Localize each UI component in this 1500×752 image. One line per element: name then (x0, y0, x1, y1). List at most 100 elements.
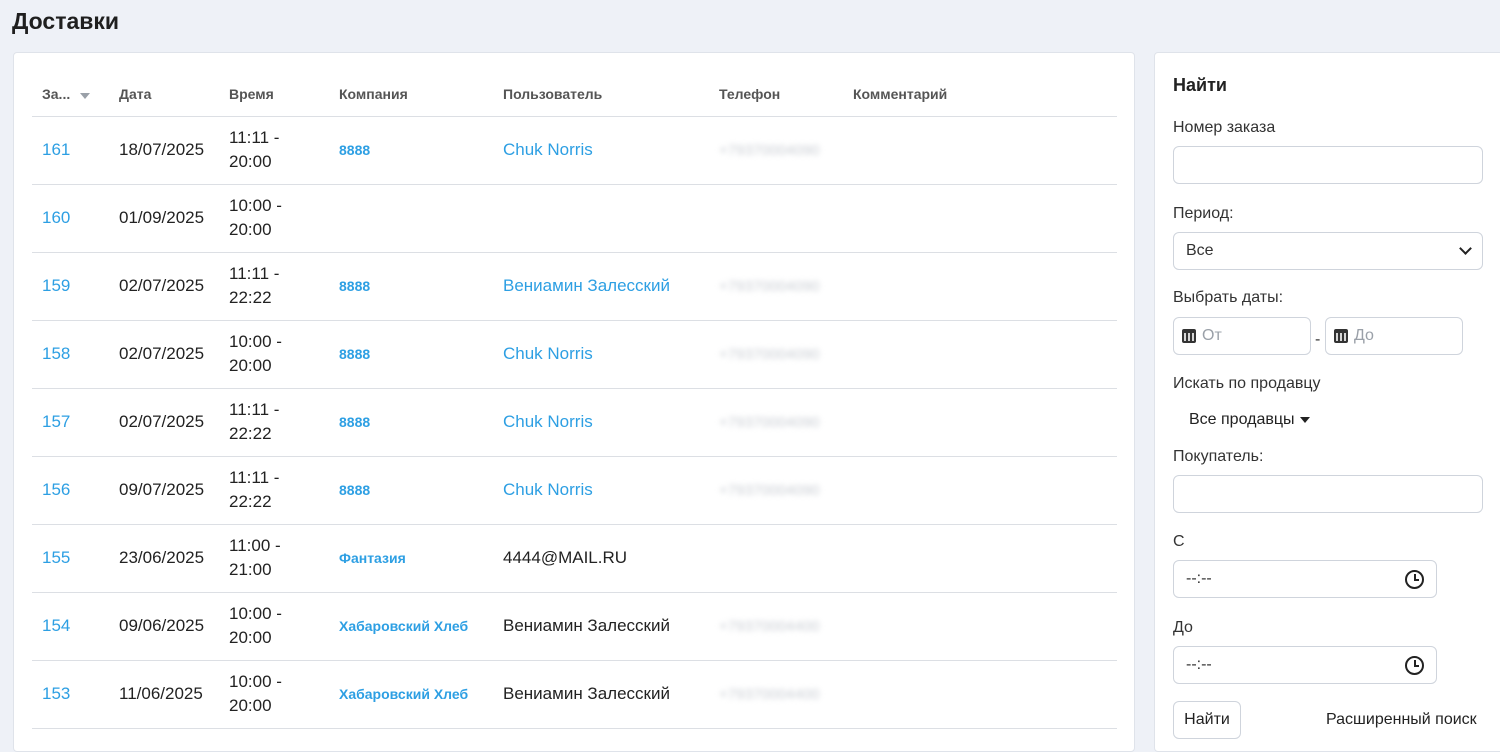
user-cell: Вениамин Залесский (503, 616, 670, 635)
comment-cell (843, 252, 1117, 321)
comment-cell (843, 388, 1117, 457)
table-row[interactable]: 153 11/06/2025 10:00 -20:00 Хабаровский Хле… (32, 660, 1117, 729)
time-cell: 10:00 -20:00 (219, 660, 329, 729)
user-cell: Вениамин Залесский (503, 684, 670, 703)
phone-cell: +79370004090 (719, 278, 820, 295)
date-cell: 09/07/2025 (109, 456, 219, 525)
column-header-date[interactable]: Дата (109, 73, 219, 117)
table-row[interactable]: 154 09/06/2025 10:00 -20:00 Хабаровский Хле… (32, 592, 1117, 661)
time-cell: 10:00 -20:00 (219, 592, 329, 661)
company-link[interactable]: Хабаровский Хлеб (339, 686, 468, 702)
comment-cell (843, 456, 1117, 525)
comment-cell (843, 320, 1117, 389)
date-from-input[interactable]: От (1173, 317, 1311, 355)
company-link[interactable]: 8888 (339, 414, 370, 430)
order-number-link[interactable]: 157 (42, 412, 70, 431)
period-selected-value: Все (1186, 242, 1214, 259)
column-header-comment[interactable]: Комментарий (843, 73, 1117, 117)
company-link[interactable]: 8888 (339, 142, 370, 158)
time-cell: 11:00 -21:00 (219, 524, 329, 593)
company-link[interactable]: Фантазия (339, 550, 406, 566)
user-cell[interactable]: Chuk Norris (503, 412, 593, 431)
date-cell: 02/07/2025 (109, 388, 219, 457)
deliveries-table-card: За... Дата Время Компания Пользователь Т… (13, 52, 1135, 752)
clock-icon[interactable] (1405, 569, 1424, 589)
period-label: Период: (1173, 205, 1234, 222)
comment-cell (843, 524, 1117, 593)
order-number-link[interactable]: 160 (42, 208, 70, 227)
buyer-label: Покупатель: (1173, 448, 1264, 465)
table-row[interactable]: 158 02/07/2025 10:00 -20:00 8888 Chuk Norris… (32, 320, 1117, 389)
time-from-label: С (1173, 533, 1185, 550)
date-cell: 09/06/2025 (109, 592, 219, 661)
deliveries-table: За... Дата Время Компания Пользователь Т… (32, 73, 1117, 729)
date-cell: 18/07/2025 (109, 116, 219, 185)
user-cell[interactable]: Вениамин Залесский (503, 276, 670, 295)
table-row[interactable]: 156 09/07/2025 11:11 -22:22 8888 Chuk Norris… (32, 456, 1117, 525)
advanced-search-link[interactable]: Расширенный поиск (1326, 711, 1477, 729)
phone-cell: +79370004400 (719, 618, 820, 635)
user-cell[interactable]: Chuk Norris (503, 140, 593, 159)
order-number-link[interactable]: 158 (42, 344, 70, 363)
time-to-label: До (1173, 619, 1193, 636)
time-cell: 10:00 -20:00 (219, 184, 329, 253)
time-cell: 11:11 -20:00 (219, 116, 329, 185)
column-header-order[interactable]: За... (32, 73, 109, 117)
phone-cell: +79370004090 (719, 142, 820, 159)
comment-cell (843, 184, 1117, 253)
calendar-icon (1182, 329, 1196, 343)
table-row[interactable]: 161 18/07/2025 11:11 -20:00 8888 Chuk Norris… (32, 116, 1117, 185)
order-number-link[interactable]: 154 (42, 616, 70, 635)
column-header-company[interactable]: Компания (329, 73, 493, 117)
clock-icon[interactable] (1405, 655, 1424, 675)
search-panel: Найти Номер заказа Период: Все Выбрать д… (1154, 52, 1500, 752)
order-number-link[interactable]: 161 (42, 140, 70, 159)
search-title: Найти (1173, 75, 1227, 95)
date-cell: 01/09/2025 (109, 184, 219, 253)
table-header-row: За... Дата Время Компания Пользователь Т… (32, 73, 1117, 117)
phone-cell: +79370004090 (719, 482, 820, 499)
table-row[interactable]: 159 02/07/2025 11:11 -22:22 8888 Вениамин За… (32, 252, 1117, 321)
time-from-input[interactable]: --:-- (1173, 560, 1437, 598)
date-cell: 02/07/2025 (109, 320, 219, 389)
date-range-separator: - (1315, 331, 1321, 348)
table-body: 161 18/07/2025 11:11 -20:00 8888 Chuk Norris… (32, 116, 1117, 729)
company-link[interactable]: 8888 (339, 346, 370, 362)
order-number-link[interactable]: 155 (42, 548, 70, 567)
page-title: Доставки (12, 8, 120, 34)
company-link[interactable]: Хабаровский Хлеб (339, 618, 468, 634)
column-header-phone[interactable]: Телефон (709, 73, 843, 117)
order-number-link[interactable]: 153 (42, 684, 70, 703)
date-cell: 23/06/2025 (109, 524, 219, 593)
order-number-label: Номер заказа (1173, 119, 1276, 136)
caret-down-icon (1299, 417, 1310, 423)
company-link[interactable]: 8888 (339, 482, 370, 498)
order-number-input[interactable] (1173, 146, 1483, 184)
find-button[interactable]: Найти (1173, 701, 1241, 739)
time-cell: 11:11 -22:22 (219, 252, 329, 321)
date-cell: 11/06/2025 (109, 660, 219, 729)
time-to-input[interactable]: --:-- (1173, 646, 1437, 684)
user-cell[interactable]: Chuk Norris (503, 344, 593, 363)
user-cell[interactable]: Chuk Norris (503, 480, 593, 499)
seller-dropdown-button[interactable]: Все продавцы (1189, 411, 1310, 429)
column-header-time[interactable]: Время (219, 73, 329, 117)
buyer-input[interactable] (1173, 475, 1483, 513)
sort-desc-icon[interactable] (80, 92, 91, 99)
time-cell: 11:11 -22:22 (219, 456, 329, 525)
table-row[interactable]: 155 23/06/2025 11:00 -21:00 Фантазия 4444@MA… (32, 524, 1117, 593)
column-header-user[interactable]: Пользователь (493, 73, 709, 117)
table-row[interactable]: 160 01/09/2025 10:00 -20:00 (32, 184, 1117, 253)
calendar-icon (1334, 329, 1348, 343)
comment-cell (843, 660, 1117, 729)
order-number-link[interactable]: 159 (42, 276, 70, 295)
company-link[interactable]: 8888 (339, 278, 370, 294)
order-number-link[interactable]: 156 (42, 480, 70, 499)
select-dates-label: Выбрать даты: (1173, 289, 1284, 306)
phone-cell: +79370004090 (719, 346, 820, 363)
table-row[interactable]: 157 02/07/2025 11:11 -22:22 8888 Chuk Norris… (32, 388, 1117, 457)
phone-cell: +79370004090 (719, 414, 820, 431)
user-cell: 4444@MAIL.RU (503, 548, 628, 567)
date-to-input[interactable]: До (1325, 317, 1463, 355)
period-select[interactable]: Все (1173, 232, 1483, 270)
